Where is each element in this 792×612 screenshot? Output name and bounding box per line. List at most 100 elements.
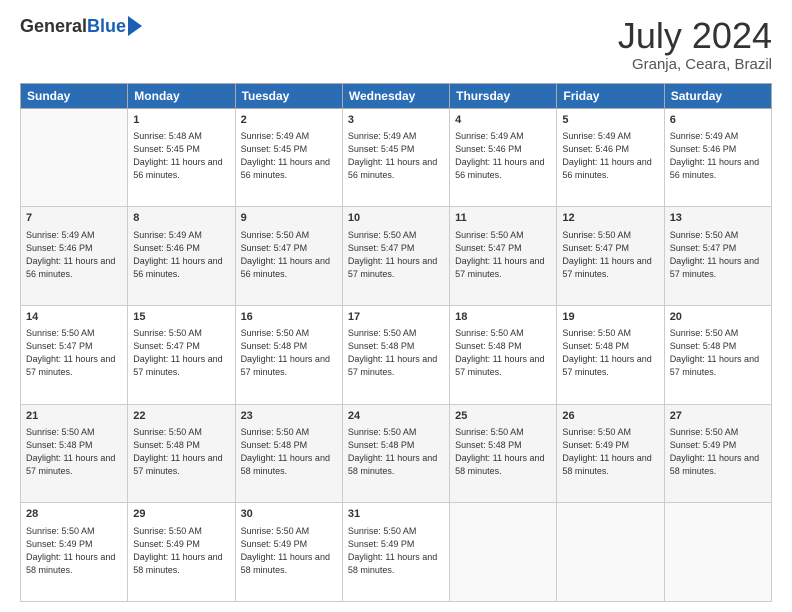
calendar-cell: 28Sunrise: 5:50 AMSunset: 5:49 PMDayligh… bbox=[21, 503, 128, 602]
logo-arrow-icon bbox=[128, 16, 142, 36]
calendar-cell: 15Sunrise: 5:50 AMSunset: 5:47 PMDayligh… bbox=[128, 305, 235, 404]
day-number: 29 bbox=[133, 507, 229, 522]
calendar-cell: 5 Sunrise: 5:49 AMSunset: 5:46 PMDaylight… bbox=[557, 108, 664, 207]
day-header-saturday: Saturday bbox=[664, 83, 771, 108]
week-row-1: 1Sunrise: 5:48 AMSunset: 5:45 PMDaylight… bbox=[21, 108, 772, 207]
day-number: 13 bbox=[670, 211, 766, 226]
day-number: 30 bbox=[241, 507, 337, 522]
calendar-cell: 18 Sunrise: 5:50 AMSunset: 5:48 PMDayligh… bbox=[450, 305, 557, 404]
day-info: Sunrise: 5:49 AMSunset: 5:46 PMDaylight:… bbox=[562, 130, 658, 182]
day-info: Sunrise: 5:50 AMSunset: 5:49 PMDaylight:… bbox=[26, 525, 122, 577]
day-number: 3 bbox=[348, 113, 444, 128]
calendar-cell: 30Sunrise: 5:50 AMSunset: 5:49 PMDayligh… bbox=[235, 503, 342, 602]
calendar-table: SundayMondayTuesdayWednesdayThursdayFrid… bbox=[20, 83, 772, 602]
calendar-cell: 4 Sunrise: 5:49 AMSunset: 5:46 PMDaylight… bbox=[450, 108, 557, 207]
calendar-cell: 7 Sunrise: 5:49 AMSunset: 5:46 PMDaylight… bbox=[21, 207, 128, 306]
day-info: Sunrise: 5:49 AMSunset: 5:46 PMDaylight:… bbox=[670, 130, 766, 182]
calendar-cell: 22 Sunrise: 5:50 AMSunset: 5:48 PMDayligh… bbox=[128, 404, 235, 503]
location: Granja, Ceara, Brazil bbox=[618, 56, 772, 73]
day-number: 2 bbox=[241, 113, 337, 128]
month-title: July 2024 bbox=[618, 16, 772, 56]
calendar-cell: 27Sunrise: 5:50 AMSunset: 5:49 PMDayligh… bbox=[664, 404, 771, 503]
day-number: 15 bbox=[133, 310, 229, 325]
calendar-cell: 14 Sunrise: 5:50 AMSunset: 5:47 PMDayligh… bbox=[21, 305, 128, 404]
calendar-cell: 26 Sunrise: 5:50 AMSunset: 5:49 PMDayligh… bbox=[557, 404, 664, 503]
day-number: 23 bbox=[241, 409, 337, 424]
day-info: Sunrise: 5:50 AMSunset: 5:48 PMDaylight:… bbox=[348, 327, 444, 379]
day-number: 1 bbox=[133, 113, 229, 128]
calendar-cell: 9 Sunrise: 5:50 AMSunset: 5:47 PMDaylight… bbox=[235, 207, 342, 306]
day-number: 6 bbox=[670, 113, 766, 128]
calendar-cell: 23 Sunrise: 5:50 AMSunset: 5:48 PMDayligh… bbox=[235, 404, 342, 503]
day-number: 9 bbox=[241, 211, 337, 226]
day-info: Sunrise: 5:50 AMSunset: 5:48 PMDaylight:… bbox=[455, 426, 551, 478]
day-info: Sunrise: 5:49 AMSunset: 5:45 PMDaylight:… bbox=[241, 130, 337, 182]
day-info: Sunrise: 5:50 AMSunset: 5:48 PMDaylight:… bbox=[348, 426, 444, 478]
day-header-friday: Friday bbox=[557, 83, 664, 108]
calendar-cell: 19 Sunrise: 5:50 AMSunset: 5:48 PMDayligh… bbox=[557, 305, 664, 404]
logo-general-text: General bbox=[20, 16, 87, 37]
week-row-4: 21Sunrise: 5:50 AMSunset: 5:48 PMDayligh… bbox=[21, 404, 772, 503]
calendar-cell: 20 Sunrise: 5:50 AMSunset: 5:48 PMDayligh… bbox=[664, 305, 771, 404]
day-number: 12 bbox=[562, 211, 658, 226]
day-info: Sunrise: 5:50 AMSunset: 5:47 PMDaylight:… bbox=[241, 229, 337, 281]
calendar-cell: 13 Sunrise: 5:50 AMSunset: 5:47 PMDayligh… bbox=[664, 207, 771, 306]
calendar-cell: 3 Sunrise: 5:49 AMSunset: 5:45 PMDaylight… bbox=[342, 108, 449, 207]
logo: General Blue bbox=[20, 16, 142, 37]
day-info: Sunrise: 5:50 AMSunset: 5:47 PMDaylight:… bbox=[455, 229, 551, 281]
day-info: Sunrise: 5:50 AMSunset: 5:47 PMDaylight:… bbox=[26, 327, 122, 379]
day-info: Sunrise: 5:50 AMSunset: 5:49 PMDaylight:… bbox=[348, 525, 444, 577]
day-number: 11 bbox=[455, 211, 551, 226]
calendar-cell bbox=[21, 108, 128, 207]
day-number: 18 bbox=[455, 310, 551, 325]
day-number: 31 bbox=[348, 507, 444, 522]
calendar-cell bbox=[450, 503, 557, 602]
calendar-cell: 2 Sunrise: 5:49 AMSunset: 5:45 PMDaylight… bbox=[235, 108, 342, 207]
day-info: Sunrise: 5:49 AMSunset: 5:46 PMDaylight:… bbox=[455, 130, 551, 182]
day-info: Sunrise: 5:50 AMSunset: 5:48 PMDaylight:… bbox=[670, 327, 766, 379]
day-number: 19 bbox=[562, 310, 658, 325]
day-number: 5 bbox=[562, 113, 658, 128]
day-number: 16 bbox=[241, 310, 337, 325]
day-header-monday: Monday bbox=[128, 83, 235, 108]
calendar-cell: 6 Sunrise: 5:49 AMSunset: 5:46 PMDaylight… bbox=[664, 108, 771, 207]
calendar-cell: 21Sunrise: 5:50 AMSunset: 5:48 PMDayligh… bbox=[21, 404, 128, 503]
day-info: Sunrise: 5:49 AMSunset: 5:45 PMDaylight:… bbox=[348, 130, 444, 182]
day-number: 14 bbox=[26, 310, 122, 325]
day-info: Sunrise: 5:50 AMSunset: 5:49 PMDaylight:… bbox=[562, 426, 658, 478]
week-row-5: 28Sunrise: 5:50 AMSunset: 5:49 PMDayligh… bbox=[21, 503, 772, 602]
day-info: Sunrise: 5:50 AMSunset: 5:48 PMDaylight:… bbox=[562, 327, 658, 379]
day-number: 20 bbox=[670, 310, 766, 325]
day-number: 4 bbox=[455, 113, 551, 128]
day-number: 22 bbox=[133, 409, 229, 424]
day-number: 24 bbox=[348, 409, 444, 424]
week-row-2: 7 Sunrise: 5:49 AMSunset: 5:46 PMDaylight… bbox=[21, 207, 772, 306]
week-row-3: 14 Sunrise: 5:50 AMSunset: 5:47 PMDayligh… bbox=[21, 305, 772, 404]
day-info: Sunrise: 5:50 AMSunset: 5:47 PMDaylight:… bbox=[670, 229, 766, 281]
day-info: Sunrise: 5:50 AMSunset: 5:48 PMDaylight:… bbox=[133, 426, 229, 478]
calendar-cell: 24 Sunrise: 5:50 AMSunset: 5:48 PMDayligh… bbox=[342, 404, 449, 503]
day-number: 17 bbox=[348, 310, 444, 325]
header-row: SundayMondayTuesdayWednesdayThursdayFrid… bbox=[21, 83, 772, 108]
day-number: 7 bbox=[26, 211, 122, 226]
calendar-cell: 17 Sunrise: 5:50 AMSunset: 5:48 PMDayligh… bbox=[342, 305, 449, 404]
day-header-wednesday: Wednesday bbox=[342, 83, 449, 108]
day-info: Sunrise: 5:49 AMSunset: 5:46 PMDaylight:… bbox=[26, 229, 122, 281]
calendar-cell: 16 Sunrise: 5:50 AMSunset: 5:48 PMDayligh… bbox=[235, 305, 342, 404]
logo-blue-text: Blue bbox=[87, 16, 126, 37]
day-info: Sunrise: 5:50 AMSunset: 5:49 PMDaylight:… bbox=[670, 426, 766, 478]
day-header-thursday: Thursday bbox=[450, 83, 557, 108]
day-number: 25 bbox=[455, 409, 551, 424]
day-number: 10 bbox=[348, 211, 444, 226]
calendar-cell: 8Sunrise: 5:49 AMSunset: 5:46 PMDaylight… bbox=[128, 207, 235, 306]
day-number: 26 bbox=[562, 409, 658, 424]
calendar-cell: 25 Sunrise: 5:50 AMSunset: 5:48 PMDayligh… bbox=[450, 404, 557, 503]
calendar-cell: 1Sunrise: 5:48 AMSunset: 5:45 PMDaylight… bbox=[128, 108, 235, 207]
day-info: Sunrise: 5:50 AMSunset: 5:48 PMDaylight:… bbox=[241, 426, 337, 478]
day-info: Sunrise: 5:50 AMSunset: 5:49 PMDaylight:… bbox=[133, 525, 229, 577]
day-info: Sunrise: 5:50 AMSunset: 5:48 PMDaylight:… bbox=[455, 327, 551, 379]
day-info: Sunrise: 5:49 AMSunset: 5:46 PMDaylight:… bbox=[133, 229, 229, 281]
calendar-cell: 29 Sunrise: 5:50 AMSunset: 5:49 PMDayligh… bbox=[128, 503, 235, 602]
calendar-cell: 11 Sunrise: 5:50 AMSunset: 5:47 PMDayligh… bbox=[450, 207, 557, 306]
day-info: Sunrise: 5:50 AMSunset: 5:48 PMDaylight:… bbox=[241, 327, 337, 379]
